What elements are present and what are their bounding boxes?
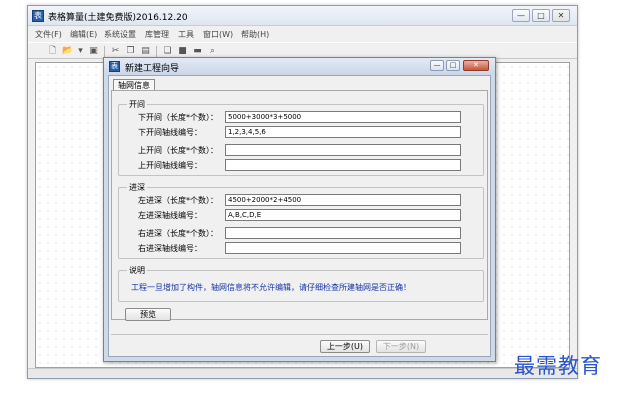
menu-bar: 文件(F) 编辑(E) 系统设置 库管理 工具 窗口(W) 帮助(H): [28, 27, 577, 41]
maximize-button[interactable]: □: [532, 9, 550, 22]
note-text: 工程一旦增加了构件，轴网信息将不允许编辑，请仔细检查所建轴网是否正确！: [131, 283, 411, 292]
zoom-icon[interactable]: ⌕: [207, 46, 218, 57]
menu-library[interactable]: 库管理: [145, 29, 169, 40]
paste-icon[interactable]: ▤: [140, 46, 151, 57]
axis-info-panel: 开间 下开间（长度*个数）： 5000+3000*3+5000 下开间轴线编号：…: [111, 90, 488, 321]
lower-axis-input[interactable]: 1,2,3,4,5,6: [225, 126, 461, 138]
title-bar: 表 表格算量(土建免费版)2016.12.20 — □ ✕: [28, 6, 577, 26]
menu-file[interactable]: 文件(F): [35, 29, 62, 40]
upper-axis-input[interactable]: [225, 159, 461, 171]
copy-icon[interactable]: ❐: [125, 46, 136, 57]
toolbar-separator: [156, 46, 157, 57]
preview-button[interactable]: 预览: [125, 308, 171, 321]
watermark-text: 最需教育: [514, 354, 602, 378]
lower-bay-label: 下开间（长度*个数）：: [138, 113, 218, 122]
dialog-minimize-button[interactable]: —: [430, 60, 444, 71]
right-axis-label: 右进深轴线编号：: [138, 244, 202, 253]
toolbar-separator: [104, 46, 105, 57]
new-project-wizard-dialog: 表 新建工程向导 — □ ✕ 轴网信息 开间 下开间（长度*个数）： 5000+…: [103, 57, 496, 362]
menu-help[interactable]: 帮助(H): [241, 29, 269, 40]
block-icon[interactable]: ■: [177, 46, 188, 57]
prev-step-button[interactable]: 上一步(U): [320, 340, 370, 353]
depth-group: 进深 左进深（长度*个数）： 4500+2000*2+4500 左进深轴线编号：…: [118, 182, 484, 259]
status-bar: [28, 368, 577, 378]
upper-axis-label: 上开间轴线编号：: [138, 161, 202, 170]
upper-bay-input[interactable]: [225, 144, 461, 156]
menu-window[interactable]: 窗口(W): [203, 29, 233, 40]
minimize-button[interactable]: —: [512, 9, 530, 22]
upper-bay-label: 上开间（长度*个数）：: [138, 146, 218, 155]
close-button[interactable]: ✕: [552, 9, 570, 22]
depth-group-legend: 进深: [127, 182, 147, 193]
dialog-maximize-button[interactable]: □: [446, 60, 460, 71]
window-title: 表格算量(土建免费版)2016.12.20: [48, 13, 188, 23]
right-depth-label: 右进深（长度*个数）：: [138, 229, 218, 238]
block-copy-icon[interactable]: ❏: [162, 46, 173, 57]
block-dark-icon[interactable]: ▬: [192, 46, 203, 57]
dialog-bottom-separator: [111, 334, 488, 335]
menu-system-settings[interactable]: 系统设置: [104, 29, 136, 40]
left-axis-input[interactable]: A,B,C,D,E: [225, 209, 461, 221]
dialog-title: 新建工程向导: [125, 64, 180, 74]
dialog-close-button[interactable]: ✕: [463, 60, 489, 71]
note-group-legend: 说明: [127, 265, 147, 276]
lower-bay-input[interactable]: 5000+3000*3+5000: [225, 111, 461, 123]
new-file-icon[interactable]: 🗋: [47, 46, 58, 57]
bay-group: 开间 下开间（长度*个数）： 5000+3000*3+5000 下开间轴线编号：…: [118, 99, 484, 176]
dialog-app-icon: 表: [109, 61, 120, 72]
lower-axis-label: 下开间轴线编号：: [138, 128, 202, 137]
next-step-button[interactable]: 下一步(N): [376, 340, 426, 353]
dialog-title-bar: 表 新建工程向导 — □ ✕: [104, 58, 495, 75]
menu-tools[interactable]: 工具: [178, 29, 194, 40]
open-folder-icon[interactable]: 📂: [62, 46, 73, 57]
cut-icon[interactable]: ✂: [110, 46, 121, 57]
app-icon: 表: [32, 10, 44, 22]
dropdown-arrow-icon[interactable]: ▾: [75, 46, 86, 57]
note-group: 说明 工程一旦增加了构件，轴网信息将不允许编辑，请仔细检查所建轴网是否正确！: [118, 265, 484, 302]
left-axis-label: 左进深轴线编号：: [138, 211, 202, 220]
menu-edit[interactable]: 编辑(E): [70, 29, 97, 40]
dialog-body: 轴网信息 开间 下开间（长度*个数）： 5000+3000*3+5000 下开间…: [108, 75, 491, 357]
right-depth-input[interactable]: [225, 227, 461, 239]
right-axis-input[interactable]: [225, 242, 461, 254]
bay-group-legend: 开间: [127, 99, 147, 110]
save-icon[interactable]: ▣: [88, 46, 99, 57]
left-depth-input[interactable]: 4500+2000*2+4500: [225, 194, 461, 206]
left-depth-label: 左进深（长度*个数）：: [138, 196, 218, 205]
